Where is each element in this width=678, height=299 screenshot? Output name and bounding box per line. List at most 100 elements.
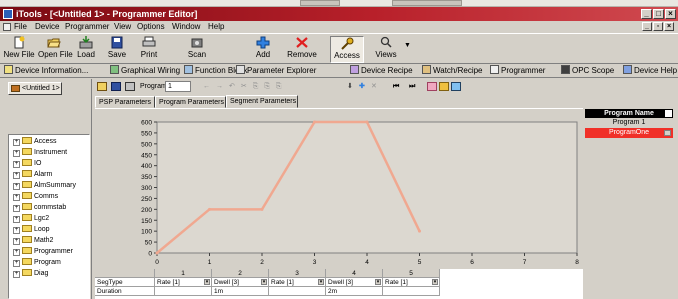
tree-item[interactable]: + Instrument [13, 148, 67, 158]
expand-icon[interactable]: + [13, 161, 20, 168]
tree-item[interactable]: + AlmSummary [13, 181, 76, 191]
program-name-item-selected[interactable]: ProgramOne [585, 128, 673, 138]
expand-icon[interactable]: + [13, 183, 20, 190]
segment-type-cell[interactable]: Rate [1] ▾ [269, 278, 326, 287]
expand-icon[interactable]: + [13, 205, 20, 212]
chart-view-icon[interactable] [427, 82, 437, 91]
segment-duration-cell[interactable] [383, 287, 440, 296]
doc-restore-button[interactable]: ▫ [653, 22, 663, 31]
segment-type-dropdown-icon[interactable]: ▾ [432, 279, 438, 285]
access-button[interactable]: Access [330, 36, 364, 63]
opc-scope-button[interactable]: OPC Scope [561, 64, 614, 78]
views-button[interactable]: Views [372, 36, 400, 63]
expand-icon[interactable]: + [13, 260, 20, 267]
menu-options[interactable]: Options [137, 21, 165, 33]
scan-button[interactable]: Scan [184, 36, 210, 63]
table-view-icon[interactable] [439, 82, 449, 91]
expand-icon[interactable]: + [13, 271, 20, 278]
program-name-dropdown-button[interactable] [664, 130, 671, 136]
segment-type-dropdown-icon[interactable]: ▾ [318, 279, 324, 285]
tree-item[interactable]: + Comms [13, 192, 58, 202]
print-button[interactable]: Print [136, 36, 162, 63]
delete-segment-icon[interactable]: ✕ [371, 79, 377, 95]
program-name-item[interactable]: Program 1 [585, 118, 673, 128]
tree-item[interactable]: + IO [13, 159, 41, 169]
document-icon[interactable] [3, 23, 11, 31]
expand-icon[interactable]: + [13, 227, 20, 234]
tab-psp-parameters[interactable]: PSP Parameters [95, 96, 155, 108]
parameter-explorer-button[interactable]: Parameter Explorer [236, 64, 316, 78]
segment-duration-cell[interactable] [155, 287, 212, 296]
print-program-icon[interactable] [125, 82, 135, 91]
menu-window[interactable]: Window [172, 21, 200, 33]
first-segment-icon[interactable]: ⏮ [393, 79, 399, 95]
remove-button[interactable]: Remove [286, 36, 318, 63]
expand-icon[interactable]: + [13, 249, 20, 256]
segment-duration-cell[interactable] [269, 287, 326, 296]
segment-type-dropdown-icon[interactable]: ▾ [204, 279, 210, 285]
load-icon [79, 36, 93, 49]
programmer-button[interactable]: Programmer [490, 64, 545, 78]
x-tick-label: 1 [208, 259, 212, 266]
add-segment-icon[interactable]: ✚ [359, 79, 365, 95]
menu-programmer[interactable]: Programmer [65, 21, 109, 33]
load-button[interactable]: Load [72, 36, 100, 63]
watch-recipe-button[interactable]: Watch/Recipe [422, 64, 483, 78]
expand-icon[interactable]: + [13, 194, 20, 201]
program-name-panel-button[interactable] [665, 110, 672, 117]
maximize-button[interactable]: □ [653, 9, 664, 19]
insert-segment-icon[interactable]: ⬇ [347, 79, 353, 95]
tree-item[interactable]: + Math2 [13, 236, 53, 246]
program-profile-chart: 0 50 100 150 200 250 300 350 400 450 500 550 600 0 1 2 3… [95, 109, 583, 269]
tree-item[interactable]: + Programmer [13, 247, 73, 257]
menu-device[interactable]: Device [35, 21, 59, 33]
minimize-button[interactable]: _ [641, 9, 652, 19]
doc-minimize-button[interactable]: _ [642, 22, 652, 31]
segment-type-cell[interactable]: Rate [1] ▾ [155, 278, 212, 287]
segment-type-cell[interactable]: Dwell [3] ▾ [212, 278, 269, 287]
expand-icon[interactable]: + [13, 150, 20, 157]
tree-item[interactable]: + Program [13, 258, 61, 268]
expand-icon[interactable]: + [13, 238, 20, 245]
app-icon[interactable] [3, 9, 13, 19]
tree-item-label: Lgc2 [34, 215, 50, 222]
menu-help[interactable]: Help [208, 21, 224, 33]
save-program-icon[interactable] [111, 82, 121, 91]
doc-close-button[interactable]: × [664, 22, 674, 31]
menu-file[interactable]: File [14, 21, 27, 33]
menu-view[interactable]: View [114, 21, 131, 33]
expand-icon[interactable]: + [13, 172, 20, 179]
device-recipe-button[interactable]: Device Recipe [350, 64, 413, 78]
segment-type-dropdown-icon[interactable]: ▾ [375, 279, 381, 285]
expand-icon[interactable]: + [13, 216, 20, 223]
expand-icon[interactable]: + [13, 139, 20, 146]
tab-segment-parameters[interactable]: Segment Parameters [226, 95, 298, 108]
save-button[interactable]: Save [104, 36, 130, 63]
tree-item[interactable]: + Lgc2 [13, 214, 49, 224]
tree-item[interactable]: + Alarm [13, 170, 52, 180]
tree-item[interactable]: + Loop [13, 225, 50, 235]
new-file-button[interactable]: New File [2, 36, 36, 63]
close-button[interactable]: × [665, 9, 676, 19]
views-dropdown-arrow[interactable]: ▼ [404, 42, 411, 49]
segment-type-cell[interactable]: Dwell [3] ▾ [326, 278, 383, 287]
x-tick-label: 6 [470, 259, 474, 266]
open-file-button[interactable]: Open File [38, 36, 73, 63]
segment-type-cell[interactable]: Rate [1] ▾ [383, 278, 440, 287]
segment-duration-cell[interactable]: 1m [212, 287, 269, 296]
tree-item[interactable]: + Access [13, 137, 57, 147]
program-number-spinner[interactable]: 1 [165, 81, 191, 92]
untitled-device-tab[interactable]: <Untitled 1> [8, 82, 62, 95]
tab-program-parameters[interactable]: Program Parameters [155, 96, 226, 108]
open-program-icon[interactable] [97, 82, 107, 91]
axis-view-icon[interactable] [451, 82, 461, 91]
device-information-button[interactable]: Device Information... [4, 64, 88, 78]
tree-item[interactable]: + Diag [13, 269, 48, 279]
tree-item[interactable]: + commstab [13, 203, 66, 213]
segment-duration-cell[interactable]: 2m [326, 287, 383, 296]
graphical-wiring-button[interactable]: Graphical Wiring [110, 64, 180, 78]
add-button[interactable]: Add [250, 36, 276, 63]
device-help-button[interactable]: Device Help [623, 64, 677, 78]
segment-type-dropdown-icon[interactable]: ▾ [261, 279, 267, 285]
last-segment-icon[interactable]: ⏭ [409, 79, 415, 95]
